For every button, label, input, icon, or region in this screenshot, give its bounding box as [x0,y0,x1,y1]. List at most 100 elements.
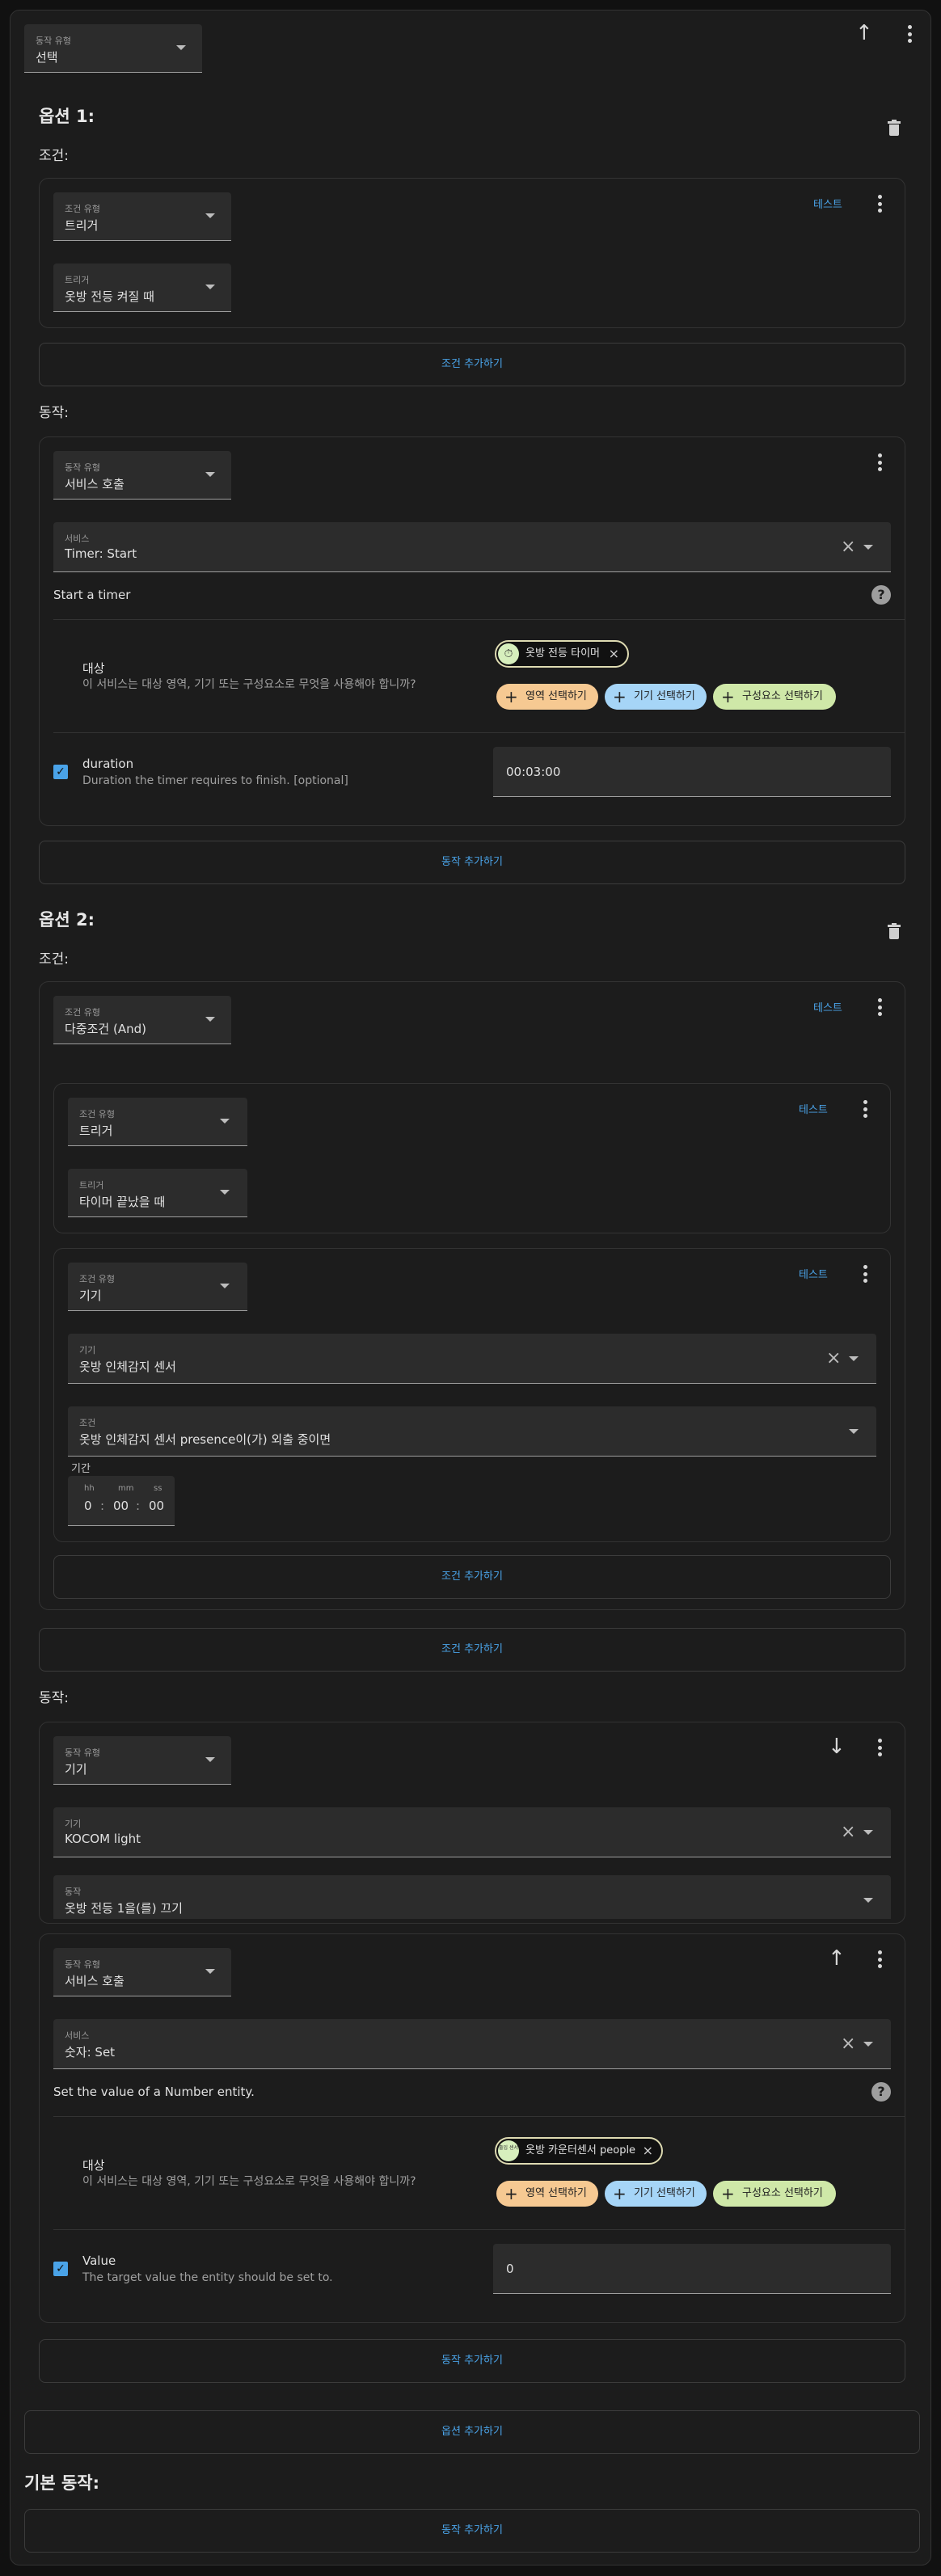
condition-type-label: 조건 유형 [79,1109,115,1119]
add-condition-button[interactable]: 조건 추가하기 [39,343,905,386]
close-icon[interactable]: × [841,538,855,556]
close-icon[interactable]: × [609,642,619,666]
condition-type-select[interactable]: 조건 유형 트리거 [68,1098,247,1146]
condition-type-select[interactable]: 조건 유형 기기 [68,1263,247,1311]
action-type-select[interactable]: 동작 유형 기기 [53,1736,231,1785]
service-select[interactable]: 서비스 숫자: Set × [53,2019,891,2069]
target-description: 이 서비스는 대상 영역, 기기 또는 구성요소로 무엇을 사용해야 합니까? [82,678,416,691]
device-action-select[interactable]: 동작 옷방 전등 1을(를) 끄기 [53,1875,891,1919]
value-input[interactable]: 0 [493,2244,891,2294]
more-vert-icon[interactable] [876,1950,884,1968]
target-entity-chip[interactable]: 출입 센서 옷방 카운터센서 people × [495,2137,663,2165]
hh-value[interactable]: 0 [84,1499,92,1513]
action-type-select[interactable]: 동작 유형 선택 [24,24,202,73]
mm-label: mm [118,1484,134,1493]
test-button[interactable]: 테스트 [813,999,842,1014]
choose-area-chip[interactable]: + 영역 선택하기 [496,2181,598,2207]
action-type-value: 기기 [65,1762,87,1777]
option-2-title: 옵션 2: [39,910,95,930]
choose-entity-chip[interactable]: + 구성요소 선택하기 [713,2181,836,2207]
target-entity-chip-label: 옷방 전등 타이머 [525,647,600,660]
mm-value[interactable]: 00 [113,1499,129,1513]
duration-picker[interactable]: hh 0 : mm 00 : ss 00 [68,1476,175,1526]
chevron-down-icon [220,1119,230,1124]
delete-icon[interactable] [888,923,901,939]
arrow-down-icon[interactable]: ↓ [828,1736,846,1757]
period-label: 기간 [71,1463,91,1475]
target-entity-chip-label: 옷방 카운터센서 people [525,2144,636,2157]
condition-type-value: 트리거 [79,1124,113,1138]
device-action-value: 옷방 전등 1을(를) 끄기 [65,1901,183,1916]
duration-input[interactable]: 00:03:00 [493,747,891,797]
choose-entity-chip[interactable]: + 구성요소 선택하기 [713,684,836,710]
service-value: Timer: Start [65,546,137,561]
help-icon[interactable]: ? [871,585,891,605]
chevron-down-icon [863,2042,873,2047]
add-default-action-button[interactable]: 동작 추가하기 [24,2509,920,2553]
close-icon[interactable]: × [643,2139,653,2163]
add-action-button[interactable]: 동작 추가하기 [39,2339,905,2383]
choose-area-label: 영역 선택하기 [525,690,587,702]
condition-type-select[interactable]: 조건 유형 다중조건 (And) [53,996,231,1044]
target-label: 대상 [82,661,105,676]
action-type-label: 동작 유형 [65,1748,100,1758]
more-vert-icon[interactable] [861,1265,869,1283]
close-icon[interactable]: × [841,2035,855,2053]
service-value: 숫자: Set [65,2045,116,2060]
trigger-label: 트리거 [79,1180,104,1191]
device-select[interactable]: 기기 옷방 인체감지 센서 × [68,1334,876,1384]
duration-checkbox[interactable]: ✓ [53,765,68,779]
target-entity-chip[interactable]: ⏱ 옷방 전등 타이머 × [495,640,629,668]
test-button[interactable]: 테스트 [813,196,842,211]
value-checkbox[interactable]: ✓ [53,2262,68,2276]
service-description: Set the value of a Number entity. [53,2085,255,2099]
condition-select[interactable]: 조건 옷방 인체감지 센서 presence이(가) 외출 중이면 [68,1406,876,1457]
test-button[interactable]: 테스트 [799,1101,828,1116]
trigger-select[interactable]: 트리거 타이머 끝났을 때 [68,1169,247,1217]
service-label: 서비스 [65,533,90,544]
choose-device-chip[interactable]: + 기기 선택하기 [605,2181,707,2207]
chevron-down-icon [176,45,186,50]
device-select[interactable]: 기기 KOCOM light × [53,1807,891,1857]
choose-area-chip[interactable]: + 영역 선택하기 [496,684,598,710]
chevron-down-icon [205,1757,215,1762]
trigger-label: 트리거 [65,275,90,285]
more-vert-icon[interactable] [876,1739,884,1756]
choose-device-label: 기기 선택하기 [634,2187,695,2199]
ss-value[interactable]: 00 [149,1499,164,1513]
add-action-button[interactable]: 동작 추가하기 [39,841,905,884]
add-option-button[interactable]: 옵션 추가하기 [24,2410,920,2454]
divider [53,732,905,733]
action-type-select[interactable]: 동작 유형 서비스 호출 [53,1948,231,1996]
choose-entity-label: 구성요소 선택하기 [742,690,823,702]
service-select[interactable]: 서비스 Timer: Start × [53,522,891,572]
test-button[interactable]: 테스트 [799,1266,828,1281]
condition-label: 조건 [79,1418,96,1428]
action-type-select[interactable]: 동작 유형 서비스 호출 [53,451,231,500]
close-icon[interactable]: × [841,1823,855,1841]
more-vert-icon[interactable] [861,1100,869,1118]
ss-label: ss [154,1484,162,1493]
arrow-up-icon[interactable]: ↑ [828,1948,846,1969]
delete-icon[interactable] [888,120,901,136]
counter-sensor-icon: 출입 센서 [498,2140,519,2161]
more-vert-icon[interactable] [876,195,884,213]
choose-device-chip[interactable]: + 기기 선택하기 [605,684,707,710]
service-description: Start a timer [53,588,131,602]
condition-type-select[interactable]: 조건 유형 트리거 [53,192,231,241]
device-label: 기기 [65,1819,82,1829]
choose-device-label: 기기 선택하기 [634,690,695,702]
chevron-down-icon [205,213,215,218]
trigger-select[interactable]: 트리거 옷방 전등 켜질 때 [53,264,231,312]
action-type-label: 동작 유형 [65,1959,100,1970]
more-vert-icon[interactable] [876,453,884,471]
arrow-up-icon[interactable]: ↑ [855,23,873,44]
more-vert-icon[interactable] [905,25,914,43]
separator: : [136,1499,141,1513]
help-icon[interactable]: ? [871,2082,891,2102]
add-condition-button[interactable]: 조건 추가하기 [39,1628,905,1672]
add-condition-button[interactable]: 조건 추가하기 [53,1555,891,1599]
more-vert-icon[interactable] [876,998,884,1016]
divider [53,619,905,620]
close-icon[interactable]: × [826,1350,841,1368]
